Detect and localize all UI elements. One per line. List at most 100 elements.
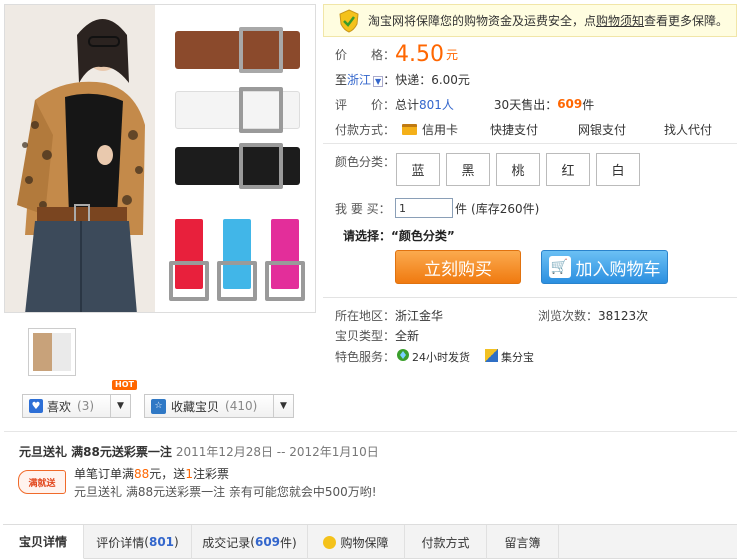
add-to-cart-button[interactable]: 🛒 加入购物车 [541, 250, 668, 284]
price-row: 价 格： 4.50 元 [335, 41, 458, 67]
promo-dates: 2011年12月28日 -- 2012年1月10日 [175, 445, 379, 459]
favorite-icon: ☆ [151, 398, 166, 414]
tab-count: 609 [254, 535, 281, 549]
rating-count-link[interactable]: 801人 [419, 96, 454, 113]
sold-count: 609 [557, 97, 583, 111]
promo-line-2: 元旦送礼 满88元送彩票一注 亲有可能您就会中500万哟! [74, 485, 377, 499]
type-label: 宝贝类型： [335, 329, 396, 343]
tab-payment[interactable]: 付款方式 [405, 525, 487, 559]
select-prompt: 请选择：“颜色分类” [343, 229, 455, 243]
promo-count: 1 [185, 467, 193, 481]
product-thumbnail[interactable] [28, 328, 76, 376]
promo-amount: 88 [134, 467, 150, 481]
tab-label: 购物保障 [340, 535, 389, 550]
service-24h-label[interactable]: 24小时发货 [412, 349, 470, 365]
hot-badge: HOT [112, 380, 137, 390]
views-label: 浏览次数： [538, 309, 599, 323]
tab-guarantee[interactable]: 购物保障 [308, 525, 405, 559]
buckle [239, 27, 283, 73]
color-label: 颜色分类： [335, 155, 396, 169]
color-option-black[interactable]: 黑 [446, 153, 490, 186]
tab-label: 付款方式 [421, 535, 470, 550]
buckle [169, 261, 209, 301]
payment-label: 付款方式： [335, 123, 396, 137]
thumbnail-image [33, 333, 71, 371]
views-value: 38123次 [598, 309, 649, 323]
chevron-down-icon: ▼ [373, 75, 384, 87]
jifenbao-icon [485, 349, 498, 362]
gift-badge-label: 满就送 [28, 478, 56, 489]
promotion-section: 元旦送礼 满88元送彩票一注 2011年12月28日 -- 2012年1月10日… [4, 431, 737, 506]
gift-badge-icon: 满就送 [18, 470, 66, 494]
shipping-row: 至 浙江 ▼ ：快递：6.00元 [335, 71, 470, 87]
like-button[interactable]: ♥ 喜欢 (3) ▼ [22, 394, 131, 418]
tab-label: 评价详情 [96, 535, 145, 550]
quantity-unit: 件 [455, 201, 468, 216]
payment-option-quick-pay[interactable]: 快捷支付 [490, 121, 538, 138]
chevron-down-icon[interactable]: ▼ [273, 395, 293, 417]
shopping-notice-link[interactable]: 购物须知 [596, 14, 644, 28]
shipping-24h-icon [396, 348, 410, 365]
price-label: 价 格： [335, 47, 396, 62]
payment-option-credit-card[interactable]: 信用卡 [422, 121, 458, 138]
guarantee-text: 淘宝网将保障您的购物资金及运费安全，点 [368, 14, 597, 28]
shield-icon [323, 535, 337, 549]
color-option-blue[interactable]: 蓝 [396, 153, 440, 186]
payment-option-pay-for-me[interactable]: 找人代付 [664, 121, 712, 138]
like-count: (3) [77, 399, 95, 413]
sold-unit: 件 [582, 97, 595, 112]
payment-row: 付款方式： 信用卡 快捷支付 网银支付 找人代付 [335, 121, 735, 137]
tab-reviews[interactable]: 评价详情(801) [84, 525, 192, 559]
shipping-location-select[interactable]: 浙江 ▼ [347, 71, 384, 88]
model-illustration [5, 5, 155, 312]
quantity-row: 我 要 买： 1 件 (库存260件) [335, 198, 539, 218]
guarantee-text-after: 查看更多保障。 [644, 14, 729, 28]
promo-title: 元旦送礼 满88元送彩票一注 [19, 445, 172, 459]
guarantee-bar: 淘宝网将保障您的购物资金及运费安全，点购物须知查看更多保障。 [323, 4, 737, 37]
rating-label: 评 价： [335, 97, 396, 112]
model-photo [5, 5, 155, 312]
tab-item-details[interactable]: 宝贝详情 [3, 525, 84, 559]
chevron-down-icon[interactable]: ▼ [110, 395, 130, 417]
price-value: 4.50 [395, 41, 444, 67]
favorite-button[interactable]: ☆ 收藏宝贝 (410) ▼ [144, 394, 294, 418]
payment-option-online-bank[interactable]: 网银支付 [578, 121, 626, 138]
buy-now-button[interactable]: 立刻购买 [395, 250, 521, 284]
promo-line1-text-b: 元，送 [149, 467, 186, 481]
tab-label: 留言簿 [504, 535, 541, 550]
color-option-red[interactable]: 红 [546, 153, 590, 186]
buckle [239, 87, 283, 133]
promo-line-1: 单笔订单满88元，送1注彩票 [74, 465, 229, 482]
tab-count: 801 [148, 535, 175, 549]
service-jifenbao-label[interactable]: 集分宝 [501, 349, 534, 365]
shipping-fee: ：快递：6.00元 [383, 72, 470, 87]
color-option-peach[interactable]: 桃 [496, 153, 540, 186]
sold-prefix: 30天售出： [493, 97, 558, 112]
heart-icon: ♥ [29, 399, 43, 413]
tab-guestbook[interactable]: 留言簿 [487, 525, 559, 559]
product-info-panel: 所在地区： 浙江金华 浏览次数： 38123次 宝贝类型： 全新 特色服务： 2… [323, 297, 737, 374]
shield-icon [338, 8, 360, 33]
stock-count: (库存260件) [471, 201, 540, 216]
type-value: 全新 [395, 329, 420, 343]
add-to-cart-label: 加入购物车 [575, 259, 661, 280]
product-main-image[interactable] [4, 4, 316, 313]
rating-total-prefix: 总计 [395, 97, 420, 112]
buckle [217, 261, 257, 301]
color-option-white[interactable]: 白 [596, 153, 640, 186]
promo-line1-text: 单笔订单满 [74, 467, 135, 481]
region-label: 所在地区： [335, 309, 396, 323]
credit-card-icon [402, 124, 417, 135]
quantity-label: 我 要 买： [335, 201, 391, 216]
like-label: 喜欢 [47, 399, 72, 414]
buckle [239, 143, 283, 189]
tab-transactions[interactable]: 成交记录(609 件) [192, 525, 308, 559]
shipping-prefix: 至 [335, 72, 348, 87]
detail-tabs: 宝贝详情 评价详情(801) 成交记录(609 件) 购物保障 付款方式 留言簿 [3, 524, 737, 559]
tab-label: 成交记录 [202, 535, 251, 550]
favorite-label: 收藏宝贝 [171, 399, 220, 414]
tab-label: 宝贝详情 [18, 535, 67, 549]
shipping-location: 浙江 [347, 72, 372, 87]
quantity-input[interactable]: 1 [395, 198, 453, 218]
rating-row: 评 价： 总计 801人 30天售出： 609 件 [335, 96, 594, 112]
